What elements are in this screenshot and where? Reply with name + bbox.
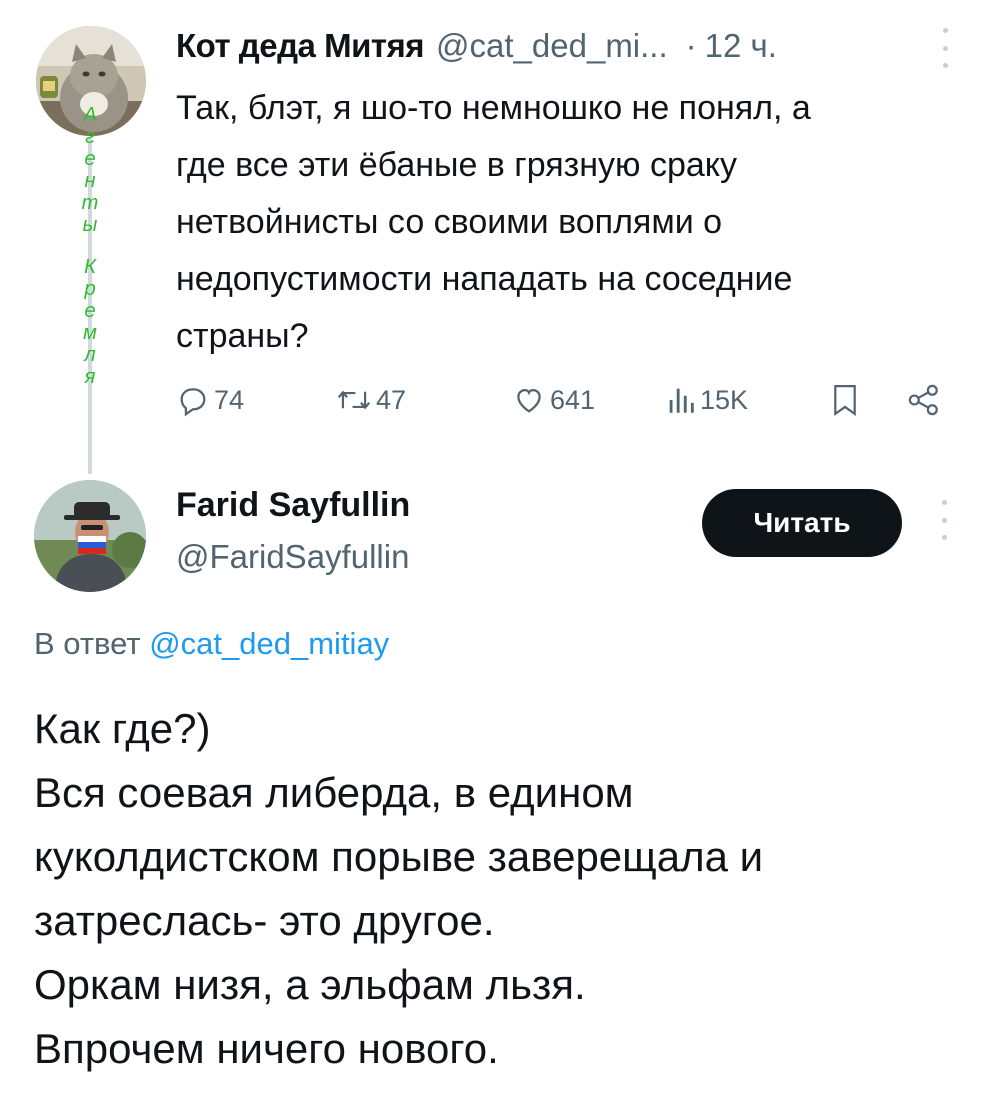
heart-icon (517, 388, 541, 413)
caption-letter: е (84, 148, 96, 170)
tweet-text-line: куколдистском порыве заверещала и (34, 833, 764, 880)
like-count: 641 (550, 384, 596, 415)
views-count: 15K (700, 384, 749, 415)
caption-letter: К (84, 256, 96, 278)
share-button[interactable] (906, 376, 942, 424)
caption-letter: А (83, 104, 97, 126)
bookmark-icon (834, 385, 856, 416)
views-chart-icon (669, 388, 694, 413)
tweet-text-line: недопустимости нападать на соседние (176, 260, 793, 298)
caption-letter: я (84, 366, 96, 388)
views-button[interactable]: 15K (666, 376, 748, 424)
tweet-text-line: нетвойнисты со своими воплями о (176, 203, 723, 241)
tweet-action-bar: 74 47 641 15K (176, 376, 966, 424)
reply-prefix: В ответ (34, 626, 141, 661)
caption-letter: н (84, 170, 96, 192)
caption-letter: т (81, 192, 99, 214)
tweet-timestamp[interactable]: 12 ч. (705, 27, 777, 65)
caption-letter: ы (82, 214, 98, 236)
more-options-icon[interactable] (935, 28, 955, 68)
reply-icon (180, 388, 206, 417)
reply-tweet-text: Как где?) Вся соевая либерда, в едином к… (34, 697, 974, 1081)
share-icon (908, 384, 938, 416)
caption-letter: л (84, 344, 96, 366)
header-separator: · (685, 27, 697, 64)
retweet-icon (337, 390, 371, 410)
tweet-text-line: Так, блэт, я шо-то немношко не понял, а (176, 89, 811, 127)
caption-letter: е (84, 300, 96, 322)
reply-button[interactable]: 74 (176, 376, 244, 424)
retweet-count: 47 (376, 384, 407, 415)
author-handle[interactable]: @cat_ded_mi... (436, 27, 668, 65)
reply-mention-link[interactable]: @cat_ded_mitiay (149, 626, 389, 661)
tweet-text-line: Впрочем ничего нового. (34, 1025, 499, 1072)
man-avatar-image (34, 480, 146, 592)
reply-author-avatar[interactable] (34, 480, 146, 592)
follow-button[interactable]: Читать (702, 489, 902, 557)
caption-letter: р (84, 278, 96, 300)
reply-context: В ответ @cat_ded_mitiay (34, 626, 389, 662)
retweet-button[interactable]: 47 (336, 376, 406, 424)
tweet-text-line: Оркам низя, а эльфам льзя. (34, 961, 586, 1008)
author-name[interactable]: Кот деда Митяя (176, 27, 425, 65)
bookmark-button[interactable] (828, 376, 862, 424)
reply-author-name[interactable]: Farid Sayfullin (176, 486, 410, 525)
parent-tweet-text: Так, блэт, я шо-то немношко не понял, а … (176, 80, 966, 365)
avatar-caption-vertical: А г е н т ы К р е м л я (70, 104, 110, 388)
tweet-text-line: страны? (176, 317, 309, 355)
tweet-text-line: Как где?) (34, 705, 211, 752)
reply-count: 74 (214, 384, 245, 415)
tweet-text-line: Вся соевая либерда, в едином (34, 769, 634, 816)
tweet-text-line: где все эти ёбаные в грязную сраку (176, 146, 738, 184)
reply-author-handle[interactable]: @FaridSayfullin (176, 538, 409, 576)
like-button[interactable]: 641 (512, 376, 595, 424)
tweet-text-line: затреслась- это другое. (34, 897, 495, 944)
caption-letter: г (85, 126, 95, 148)
more-options-icon[interactable] (934, 500, 954, 540)
caption-letter: м (83, 322, 97, 344)
parent-tweet-header: Кот деда Митяя @cat_ded_mi... · 12 ч. (176, 24, 976, 68)
